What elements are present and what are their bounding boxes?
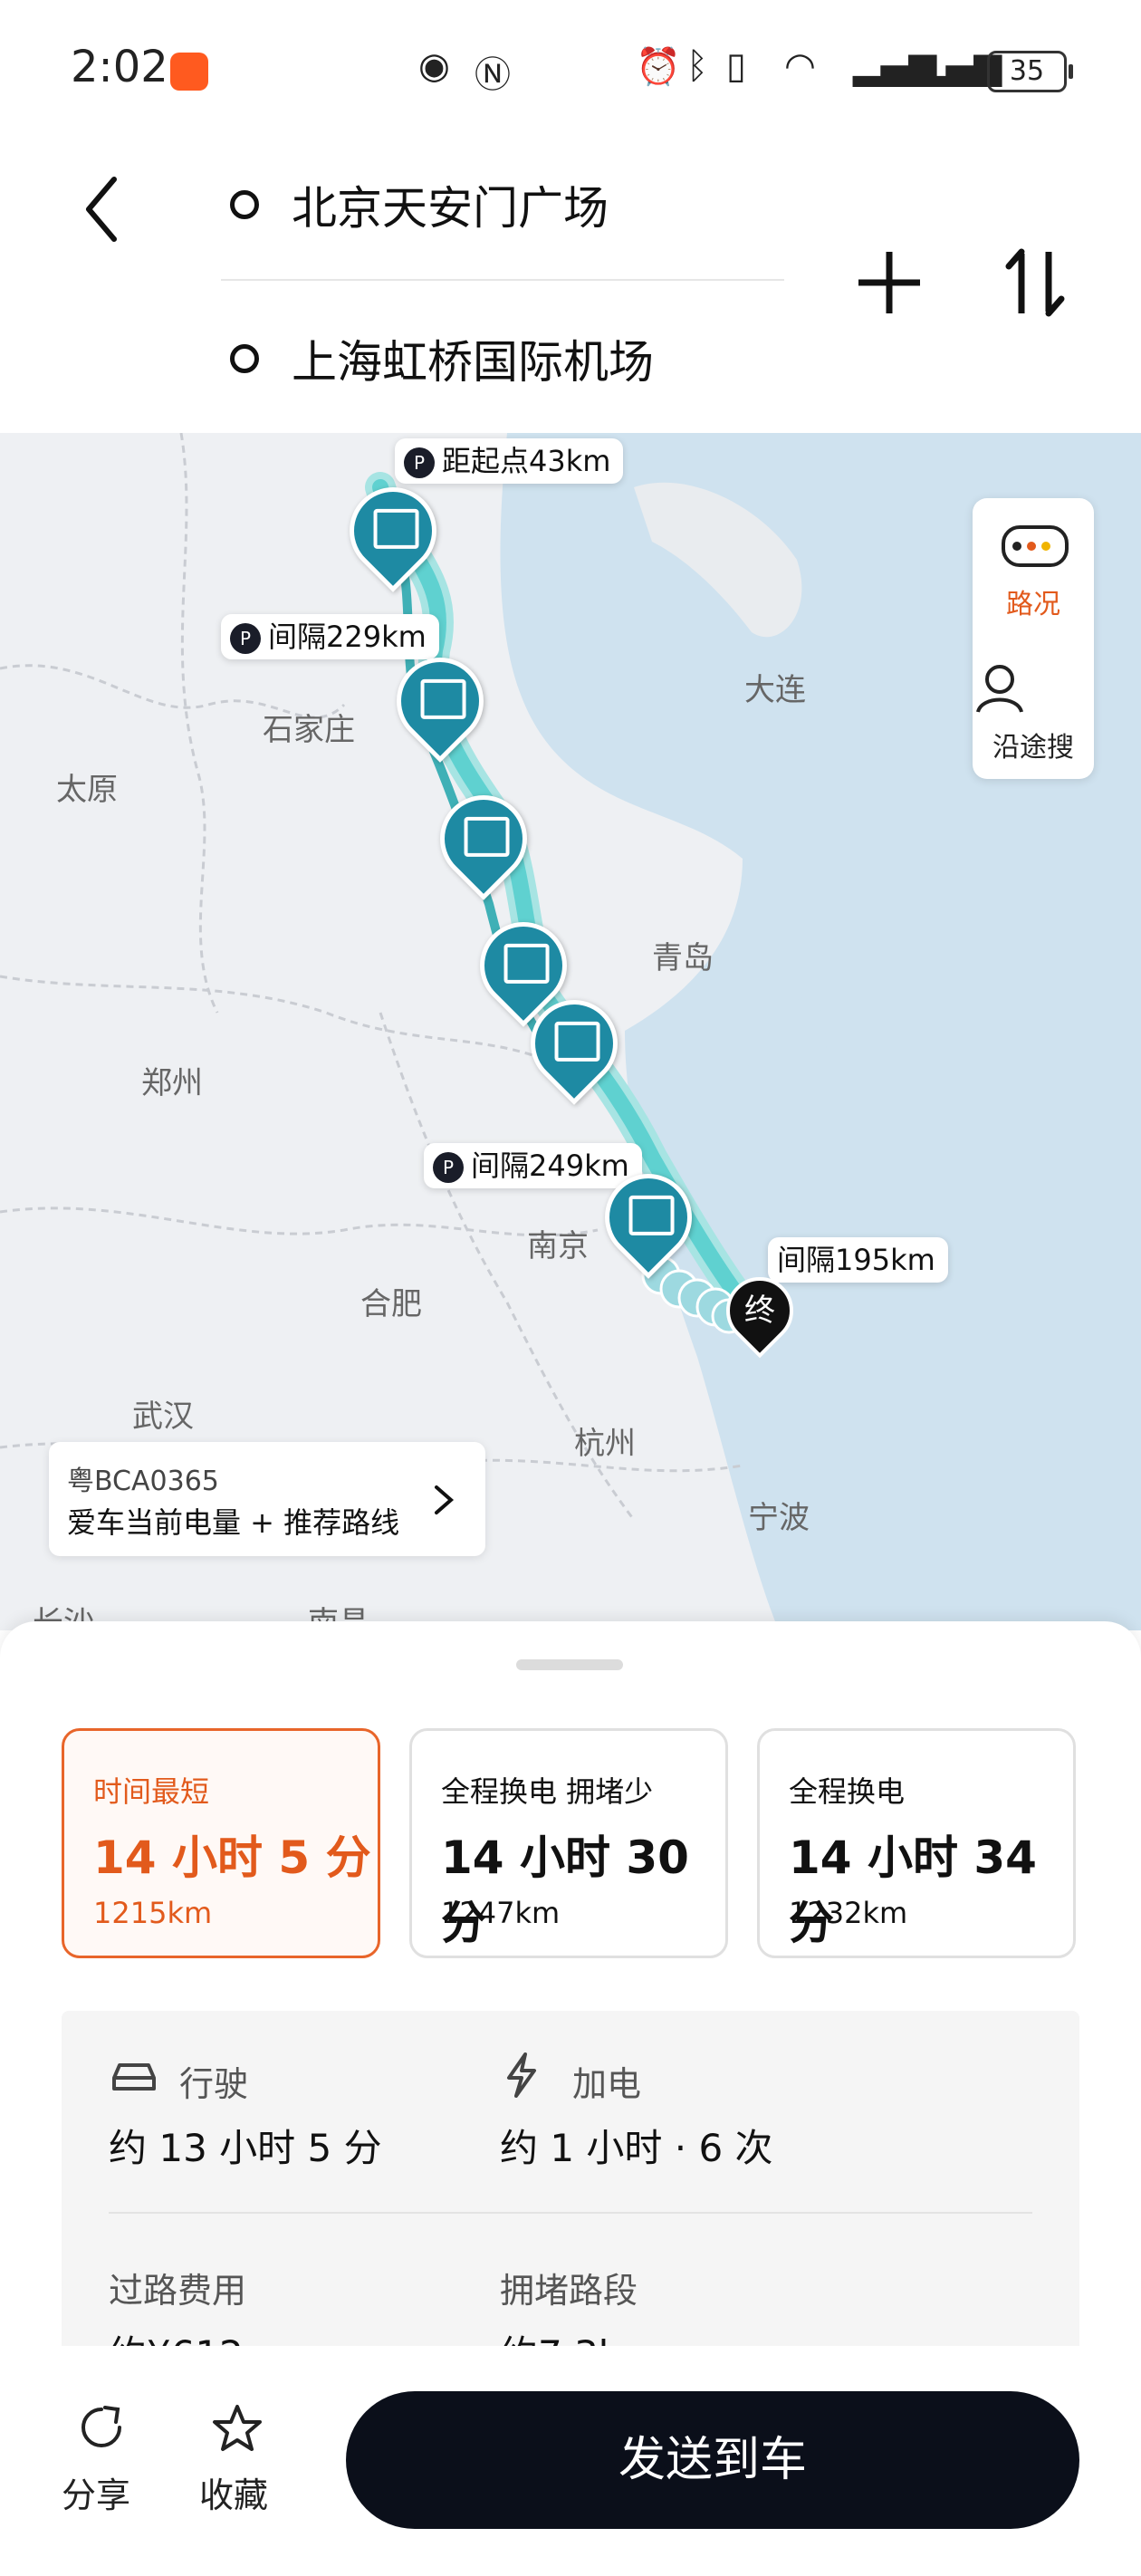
star-icon xyxy=(213,2405,262,2451)
destination-field[interactable]: 上海虹桥国际机场 xyxy=(292,326,654,391)
interval-tag: P 间隔229km xyxy=(221,614,439,659)
city-label: 杭州 xyxy=(574,1426,636,1462)
nfc-icon: Ⓝ xyxy=(475,54,511,96)
favorite-button[interactable]: 收藏 xyxy=(188,2400,288,2527)
app-notification-icon xyxy=(170,53,208,91)
battery-indicator: 35 xyxy=(987,51,1073,92)
car-icon xyxy=(112,2063,156,2091)
share-label: 分享 xyxy=(62,2475,131,2515)
car-card-text: 爱车当前电量 + 推荐路线 xyxy=(67,1505,400,1540)
route-option-fastest[interactable]: 时间最短 14 小时 5 分 1215km xyxy=(62,1728,380,1958)
person-search-icon xyxy=(976,665,1023,713)
chevron-left-icon xyxy=(86,177,117,242)
drive-label: 行驶 xyxy=(179,2064,249,2104)
status-bar: 2:02 ◉ Ⓝ ⏰ ᛒ ▯ ◠ ▂▄▆ ▂▄▆ 35 xyxy=(0,0,1141,136)
interval-tag: 间隔195km xyxy=(768,1237,948,1283)
along-route-search-button[interactable]: 沿途搜 xyxy=(973,634,1094,779)
route-option-distance: 1247km xyxy=(441,1896,561,1930)
lightning-icon xyxy=(507,2052,536,2098)
share-button[interactable]: 分享 xyxy=(51,2400,150,2527)
back-button[interactable] xyxy=(78,168,123,250)
city-label: 青岛 xyxy=(652,940,714,976)
bluetooth-icon: ᛒ xyxy=(686,45,708,87)
details-divider xyxy=(109,2212,1032,2214)
car-battery-card[interactable]: 粤BCA0365 爱车当前电量 + 推荐路线 xyxy=(49,1442,485,1556)
route-option-swap[interactable]: 全程换电 14 小时 34 分 1232km xyxy=(757,1728,1076,1958)
route-option-distance: 1215km xyxy=(93,1896,213,1930)
traffic-label: 路况 xyxy=(1006,589,1060,620)
route-option-title: 全程换电 拥堵少 xyxy=(441,1774,654,1809)
parking-icon: P xyxy=(404,447,435,478)
origin-field[interactable]: 北京天安门广场 xyxy=(292,172,609,237)
eye-icon: ◉ xyxy=(418,45,450,87)
parking-icon: P xyxy=(433,1152,464,1183)
send-to-car-button[interactable]: 发送到车 xyxy=(346,2391,1079,2529)
parking-icon: P xyxy=(230,623,261,654)
license-plate: 粤BCA0365 xyxy=(67,1466,219,1497)
swap-route-button[interactable] xyxy=(1003,246,1067,319)
share-icon xyxy=(82,2406,121,2447)
city-label: 合肥 xyxy=(360,1286,422,1322)
city-label: 宁波 xyxy=(748,1500,810,1536)
traffic-icon xyxy=(1002,525,1069,567)
city-label: 大连 xyxy=(744,672,806,708)
drive-value: 约 13 小时 5 分 xyxy=(109,2126,382,2170)
route-option-time: 14 小时 34 分 xyxy=(789,1831,1037,1949)
vibrate-icon: ▯ xyxy=(726,45,747,87)
interval-tag: P 间隔249km xyxy=(424,1143,642,1188)
city-label: 郑州 xyxy=(141,1065,203,1101)
alarm-icon: ⏰ xyxy=(636,46,681,88)
route-option-title: 全程换电 xyxy=(789,1774,906,1809)
traffic-button[interactable]: 路况 xyxy=(973,498,1094,634)
city-label: 太原 xyxy=(56,772,118,808)
swap-arrows-icon xyxy=(1005,248,1065,317)
favorite-label: 收藏 xyxy=(199,2475,269,2515)
route-option-swap-less-traffic[interactable]: 全程换电 拥堵少 14 小时 30 分 1247km xyxy=(409,1728,728,1958)
charge-value: 约 1 小时 · 6 次 xyxy=(500,2126,773,2170)
sheet-handle[interactable] xyxy=(516,1659,623,1670)
route-details-panel: 行驶 约 13 小时 5 分 加电 约 1 小时 · 6 次 过路费用 约¥61… xyxy=(62,2011,1079,2391)
route-option-time: 14 小时 30 分 xyxy=(441,1831,689,1949)
chevron-right-icon xyxy=(435,1485,455,1514)
toll-label: 过路费用 xyxy=(109,2271,247,2311)
charge-label: 加电 xyxy=(572,2064,642,2104)
city-label: 石家庄 xyxy=(263,712,355,748)
route-option-title: 时间最短 xyxy=(93,1774,210,1809)
map-controls: 路况 沿途搜 xyxy=(973,498,1094,779)
header-divider xyxy=(221,279,784,281)
add-waypoint-button[interactable] xyxy=(853,246,925,319)
city-label: 南京 xyxy=(527,1228,589,1264)
city-label: 武汉 xyxy=(132,1399,194,1435)
status-time: 2:02 xyxy=(71,42,168,92)
wifi-icon: ◠ xyxy=(784,45,816,87)
route-option-distance: 1232km xyxy=(789,1896,908,1930)
start-distance-tag: P 距起点43km xyxy=(395,438,624,484)
search-label: 沿途搜 xyxy=(992,732,1074,764)
route-map[interactable]: 石家庄 太原 大连 青岛 郑州 南京 合肥 武汉 杭州 宁波 长沙 南昌 P 距起… xyxy=(0,433,1141,1630)
congestion-label: 拥堵路段 xyxy=(500,2271,638,2311)
route-option-time: 14 小时 5 分 xyxy=(93,1831,371,1884)
destination-dot-icon xyxy=(230,344,259,373)
plus-icon xyxy=(858,252,920,313)
origin-dot-icon xyxy=(230,190,259,219)
